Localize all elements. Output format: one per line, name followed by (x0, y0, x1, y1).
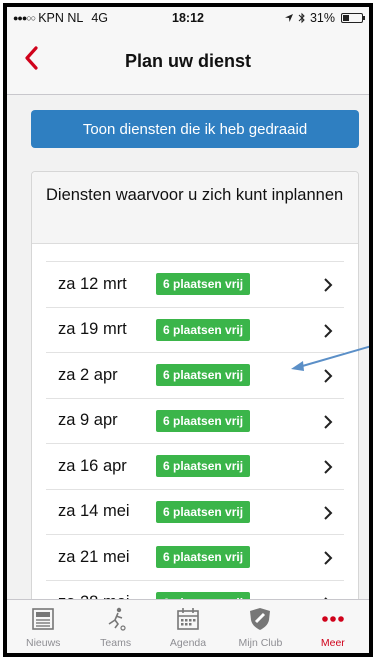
status-bar: ●●●○○ KPN NL 4G 18:12 31% (7, 7, 369, 29)
shift-list: za 12 mrt 6 plaatsen vrij za 19 mrt 6 plaat… (46, 261, 344, 603)
newspaper-icon (30, 604, 56, 634)
shift-row[interactable]: za 12 mrt 6 plaatsen vrij (46, 261, 344, 307)
location-arrow-icon (284, 14, 293, 22)
availability-badge: 6 plaatsen vrij (156, 273, 251, 296)
tab-teams[interactable]: Teams (79, 600, 151, 653)
tab-mijn-club[interactable]: Mijn Club (224, 600, 296, 653)
available-shifts-panel: Diensten waarvoor u zich kunt inplannen … (31, 171, 359, 603)
status-right: 31% (284, 11, 365, 25)
shift-date: za 19 mrt (58, 320, 127, 339)
shift-row[interactable]: za 14 mei 6 plaatsen vrij (46, 488, 344, 535)
calendar-icon (175, 604, 201, 634)
tab-meer[interactable]: Meer (297, 600, 369, 653)
shield-icon (247, 604, 273, 634)
page-title: Plan uw dienst (124, 51, 252, 71)
chevron-right-icon (324, 323, 333, 338)
shift-row[interactable]: za 16 apr 6 plaatsen vrij (46, 443, 344, 489)
tab-label: Mijn Club (238, 637, 283, 649)
show-worked-shifts-button[interactable]: Toon diensten die ik heb gedraaid (31, 110, 359, 148)
shift-date: za 16 apr (58, 456, 127, 475)
battery-icon (341, 13, 365, 23)
tab-label: Nieuws (25, 637, 61, 649)
availability-badge: 6 plaatsen vrij (156, 500, 251, 523)
shift-date: za 14 mei (58, 502, 130, 521)
tab-label: Meer (320, 637, 345, 649)
shift-date: za 12 mrt (58, 274, 127, 293)
chevron-right-icon (324, 460, 333, 474)
phone-frame: ●●●○○ KPN NL 4G 18:12 31% Plan uw dienst… (3, 3, 373, 657)
tab-bar: Nieuws Teams Agenda Mijn Club Meer (7, 599, 369, 653)
tab-agenda[interactable]: Agenda (152, 600, 224, 653)
panel-heading: Diensten waarvoor u zich kunt inplannen (32, 172, 358, 244)
chevron-right-icon (324, 414, 333, 429)
player-icon (103, 604, 129, 634)
shift-date: za 2 apr (58, 365, 118, 384)
more-dots-icon (320, 604, 346, 634)
tab-label: Teams (100, 637, 132, 649)
signal-strength: ●●●○○ (13, 13, 36, 23)
shift-row[interactable]: za 9 apr 6 plaatsen vrij (46, 397, 344, 444)
availability-badge: 6 plaatsen vrij (156, 318, 251, 341)
bluetooth-icon (298, 12, 305, 24)
main-content[interactable]: Toon diensten die ik heb gedraaid Dienst… (7, 95, 369, 603)
carrier-name: KPN NL (38, 11, 84, 25)
shift-date: za 9 apr (58, 411, 118, 430)
shift-date: za 21 mei (58, 547, 130, 566)
availability-badge: 6 plaatsen vrij (156, 409, 251, 432)
availability-badge: 6 plaatsen vrij (156, 546, 251, 569)
battery-percent: 31% (309, 11, 335, 25)
shift-row[interactable]: za 21 mei 6 plaatsen vrij (46, 534, 344, 580)
annotation-arrow-icon (291, 345, 369, 371)
chevron-right-icon (324, 505, 333, 520)
availability-badge: 6 plaatsen vrij (156, 364, 251, 387)
network-type: 4G (91, 11, 109, 25)
tab-label: Agenda (169, 637, 207, 649)
availability-badge: 6 plaatsen vrij (156, 455, 251, 478)
chevron-right-icon (324, 278, 333, 292)
tab-nieuws[interactable]: Nieuws (7, 600, 79, 653)
navigation-bar: Plan uw dienst (7, 29, 369, 95)
chevron-right-icon (324, 551, 333, 565)
